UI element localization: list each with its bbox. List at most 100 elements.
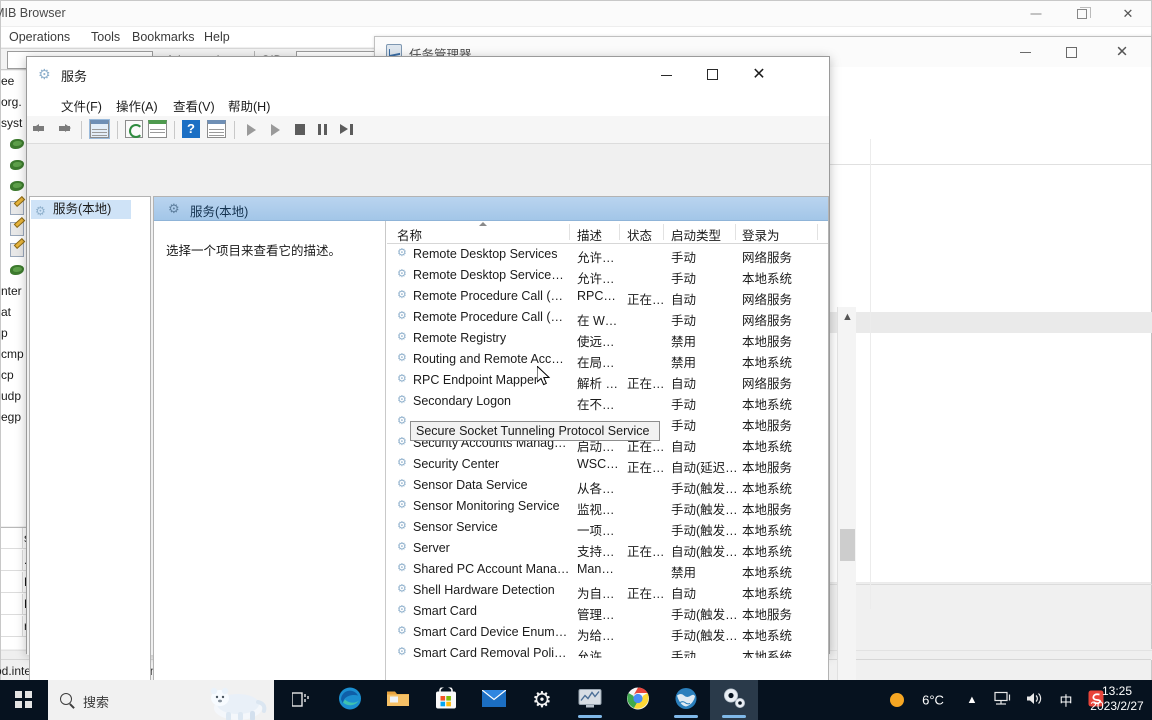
- column-separator[interactable]: [663, 224, 664, 240]
- weather-temperature[interactable]: 6°C: [910, 680, 956, 720]
- taskbar-app-chrome[interactable]: [614, 680, 662, 720]
- service-logon-as: 本地系统: [742, 587, 793, 601]
- pane-header-label: 服务(本地): [190, 205, 249, 219]
- export-list-icon[interactable]: [148, 120, 167, 138]
- menu-help[interactable]: Help: [200, 29, 234, 45]
- task-view-button[interactable]: [280, 680, 324, 720]
- service-row[interactable]: ⚙ Shell Hardware Detection 为自… 正在… 自动 本地系统: [387, 581, 828, 602]
- column-header-description[interactable]: 描述: [577, 225, 602, 244]
- service-description: Man…: [577, 562, 614, 576]
- service-row[interactable]: ⚙ Remote Procedure Call (… 在 W… 手动 网络服务: [387, 308, 828, 329]
- service-row[interactable]: ⚙ Sensor Service 一项… 手动(触发… 本地系统: [387, 518, 828, 539]
- resume-service-icon[interactable]: [271, 124, 280, 136]
- clock[interactable]: 13:25 2023/2/27: [1084, 684, 1150, 714]
- back-arrow-icon[interactable]: [33, 121, 50, 139]
- services-list[interactable]: 名称 描述 状态 启动类型 登录为 ⚙ Remote Desktop Servic…: [387, 221, 828, 680]
- service-row[interactable]: ⚙ Remote Procedure Call (… RPC… 正在… 自动 网络服务: [387, 287, 828, 308]
- menu-operations[interactable]: Operations: [5, 29, 74, 45]
- column-header-logon[interactable]: 登录为: [742, 225, 780, 244]
- service-row[interactable]: ⚙ Secondary Logon 在不… 手动 本地系统: [387, 392, 828, 413]
- service-row[interactable]: ⚙ RPC Endpoint Mapper 解析 … 正在… 自动 网络服务: [387, 371, 828, 392]
- taskbar-app-mib-browser[interactable]: [662, 680, 710, 720]
- menu-help[interactable]: 帮助(H): [228, 96, 270, 115]
- taskbar-app-task-manager[interactable]: [566, 680, 614, 720]
- stop-service-icon[interactable]: [295, 124, 305, 135]
- service-name: Smart Card: [413, 604, 477, 618]
- service-row[interactable]: ⚙ Smart Card Device Enum… 为给… 手动(触发… 本地系统: [387, 623, 828, 644]
- scroll-thumb[interactable]: [840, 529, 855, 561]
- service-row[interactable]: ⚙ Sensor Monitoring Service 监视… 手动(触发… 本地服务: [387, 497, 828, 518]
- service-name: Shared PC Account Mana…: [413, 562, 570, 576]
- tree-node-label: org.: [1, 95, 22, 109]
- column-separator[interactable]: [817, 224, 818, 240]
- screen-root: ning MIB Browser ✕ Operations Tools Book…: [0, 0, 1152, 720]
- service-row[interactable]: ⚙ Remote Registry 使远… 禁用 本地服务: [387, 329, 828, 350]
- services-maximize-button[interactable]: [690, 57, 736, 92]
- task-manager-close-button[interactable]: ✕: [1099, 37, 1145, 67]
- forward-arrow-icon[interactable]: [55, 121, 72, 139]
- properties-icon[interactable]: [207, 120, 226, 138]
- service-row[interactable]: ⚙ Remote Desktop Service… 允许… 手动 本地系统: [387, 266, 828, 287]
- task-manager-maximize-button[interactable]: [1049, 37, 1095, 67]
- service-logon-as: 本地服务: [742, 503, 793, 517]
- column-header-status[interactable]: 状态: [627, 225, 652, 244]
- column-header-name[interactable]: 名称: [397, 225, 422, 244]
- taskbar-app-mail[interactable]: [470, 680, 518, 720]
- taskbar-app-microsoft-store[interactable]: [422, 680, 470, 720]
- taskbar-app-edge[interactable]: [326, 680, 374, 720]
- service-row[interactable]: ⚙ Smart Card Removal Poli… 允许… 手动 本地系统: [387, 644, 828, 658]
- service-row[interactable]: ⚙ Routing and Remote Acc… 在局… 禁用 本地系统: [387, 350, 828, 371]
- show-hidden-icons-button[interactable]: ▲: [958, 680, 986, 720]
- show-hide-tree-icon[interactable]: [89, 119, 110, 139]
- services-minimize-button[interactable]: [644, 57, 690, 92]
- service-row[interactable]: ⚙ Server 支持… 正在… 自动(触发… 本地系统: [387, 539, 828, 560]
- pane-splitter[interactable]: [385, 221, 386, 680]
- service-row[interactable]: ⚙ Smart Card 管理… 手动(触发… 本地服务: [387, 602, 828, 623]
- service-gear-icon: ⚙: [397, 562, 407, 574]
- service-name: Server: [413, 541, 450, 555]
- services-close-button[interactable]: ✕: [736, 57, 782, 92]
- mib-minimize-button[interactable]: [1013, 1, 1059, 27]
- network-button[interactable]: [988, 680, 1018, 720]
- pause-service-icon[interactable]: [318, 124, 328, 135]
- column-separator[interactable]: [735, 224, 736, 240]
- service-row[interactable]: ⚙ Shared PC Account Mana… Man… 禁用 本地系统: [387, 560, 828, 581]
- weather-temp-label: 6°C: [922, 692, 944, 708]
- service-row[interactable]: ⚙ Remote Desktop Services 允许… 手动 网络服务: [387, 245, 828, 266]
- service-logon-as: 本地服务: [742, 608, 793, 622]
- start-button[interactable]: [0, 680, 48, 720]
- volume-button[interactable]: [1020, 680, 1050, 720]
- console-tree-root-item[interactable]: ⚙ 服务(本地): [31, 200, 131, 219]
- taskbar-app-settings[interactable]: ⚙: [518, 680, 566, 720]
- mib-maximize-button[interactable]: [1059, 1, 1105, 27]
- restart-service-icon[interactable]: [340, 124, 353, 135]
- service-row[interactable]: ⚙ Security Center WSC… 正在… 自动(延迟… 本地服务: [387, 455, 828, 476]
- column-separator[interactable]: [569, 224, 570, 240]
- taskbar-app-services[interactable]: [710, 680, 758, 720]
- mib-close-button[interactable]: ✕: [1105, 1, 1151, 27]
- refresh-icon[interactable]: [125, 120, 143, 138]
- weather-icon[interactable]: [890, 693, 904, 707]
- menu-action[interactable]: 操作(A): [116, 96, 158, 115]
- ime-label: 中: [1059, 693, 1073, 709]
- menu-bookmarks[interactable]: Bookmarks: [128, 29, 199, 45]
- writable-node-icon: [10, 201, 25, 215]
- column-separator[interactable]: [619, 224, 620, 240]
- ime-indicator[interactable]: 中: [1052, 680, 1080, 720]
- column-header-startup[interactable]: 启动类型: [671, 225, 721, 244]
- help-icon[interactable]: ?: [182, 120, 200, 138]
- service-name-tooltip: Secure Socket Tunneling Protocol Service: [410, 421, 660, 441]
- service-logon-as: 网络服务: [742, 293, 793, 307]
- task-manager-minimize-button[interactable]: [1003, 37, 1049, 67]
- menu-tools[interactable]: Tools: [87, 29, 124, 45]
- services-list-scrollbar[interactable]: ▲ ▼: [837, 307, 856, 720]
- service-gear-icon: ⚙: [397, 499, 407, 511]
- start-service-icon[interactable]: [247, 124, 256, 136]
- scroll-up-button[interactable]: ▲: [838, 307, 857, 326]
- services-console-tree[interactable]: [29, 196, 151, 681]
- service-row[interactable]: ⚙ Sensor Data Service 从各… 手动(触发… 本地系统: [387, 476, 828, 497]
- menu-view[interactable]: 查看(V): [173, 96, 215, 115]
- menu-file[interactable]: 文件(F): [61, 96, 102, 115]
- taskbar-app-file-explorer[interactable]: [374, 680, 422, 720]
- search-input[interactable]: 搜索: [48, 680, 274, 720]
